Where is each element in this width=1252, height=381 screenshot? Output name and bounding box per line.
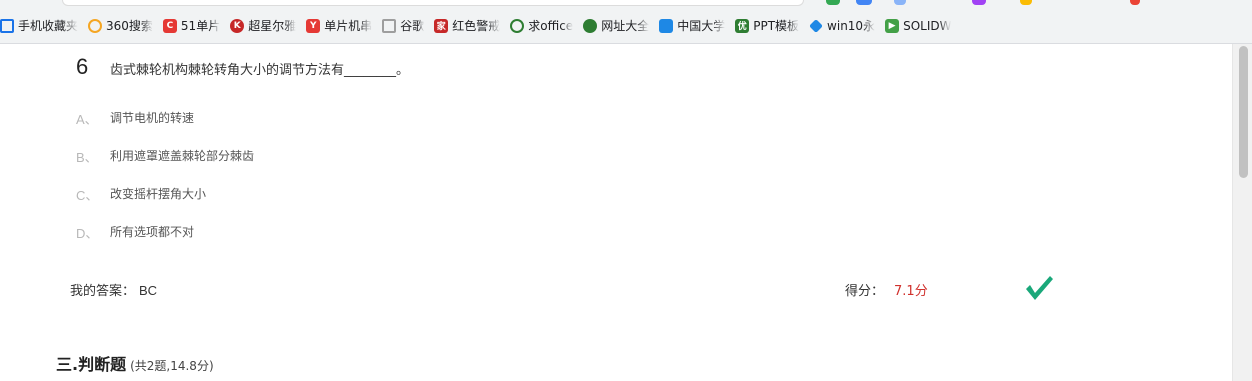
bookmark-label: 谷歌 [400, 19, 425, 33]
bookmark-item[interactable]: 网址大全 [583, 15, 649, 37]
bookmark-label: 红色警戒 [452, 19, 501, 33]
360-search-icon [88, 18, 103, 33]
bookmark-label: 51单片 [180, 19, 221, 33]
extension-icon[interactable] [1020, 0, 1032, 5]
bookmark-item[interactable]: 家红色警戒 [434, 15, 500, 37]
option-a: A、 调节电机的转速 [76, 109, 194, 128]
bookmark-label: SOLIDW [903, 18, 952, 33]
bookmark-label: 超星尔雅 [248, 19, 297, 33]
option-text: 改变摇杆摆角大小 [110, 187, 207, 201]
bookmark-label: 求office [528, 19, 574, 33]
section-title: 三.判断题 (共2题,14.8分) [56, 351, 214, 375]
bookmark-item[interactable]: win10永 [809, 15, 875, 37]
bookmark-item[interactable]: 360搜索 [88, 15, 153, 37]
bookmark-item[interactable]: 求office [510, 15, 573, 37]
bookmark-item[interactable]: 中国大学 [659, 15, 725, 37]
option-text: 所有选项都不对 [110, 225, 195, 239]
question-content: 6 齿式棘轮机构棘轮转角大小的调节方法有________。 A、 调节电机的转速… [0, 44, 1232, 381]
browser-top-strip [0, 0, 1252, 8]
score-value: 7.1分 [894, 284, 928, 299]
option-letter: B、 [76, 150, 98, 165]
home-logo-icon: 家 [434, 18, 449, 33]
score-label: 得分： [845, 284, 885, 299]
option-text: 调节电机的转速 [110, 111, 195, 125]
question-text: 齿式棘轮机构棘轮转角大小的调节方法有________。 [110, 63, 410, 78]
option-c: C、 改变摇杆摆角大小 [76, 185, 206, 204]
c-logo-icon: C [162, 18, 177, 33]
option-letter: C、 [76, 188, 99, 203]
bookmark-label: 中国大学 [677, 19, 726, 33]
bookmark-label: 手机收藏夹 [18, 19, 79, 33]
bookmark-item[interactable]: Y 单片机串 [306, 15, 372, 37]
play-icon: ▶ [885, 18, 900, 33]
bookmark-label: 360搜索 [106, 19, 153, 33]
my-answer-label: 我的答案： [70, 284, 136, 299]
question-number: 6 [76, 54, 89, 79]
extension-icon[interactable] [826, 0, 840, 5]
extension-icon[interactable] [1130, 0, 1140, 5]
scrollbar-thumb[interactable] [1239, 46, 1248, 178]
section-subtitle: (共2题,14.8分) [130, 359, 214, 373]
bookmark-item[interactable]: 谷歌 [382, 15, 424, 37]
extension-icon[interactable] [972, 0, 986, 5]
extension-icon[interactable] [856, 0, 872, 5]
book-icon [659, 18, 674, 33]
bookmark-item[interactable]: K 超星尔雅 [230, 15, 296, 37]
chaoxing-icon: K [230, 18, 245, 33]
bookmark-item[interactable]: ▶ SOLIDW [885, 15, 951, 37]
bookmark-label: 单片机串 [324, 19, 373, 33]
check-icon [1026, 276, 1053, 300]
section-heading: 三.判断题 [56, 355, 127, 374]
option-letter: A、 [76, 112, 98, 127]
page-scrollbar[interactable] [1232, 44, 1252, 381]
bookmark-label: win10永 [827, 19, 876, 33]
option-letter: D、 [76, 226, 99, 241]
you-logo-icon: 优 [735, 18, 750, 33]
page-icon [382, 18, 397, 33]
option-b: B、 利用遮罩遮盖棘轮部分棘齿 [76, 147, 254, 166]
bookmarks-bar: 手机收藏夹 360搜索 C 51单片 K 超星尔雅 Y 单片机串 谷歌家红色警戒 求office 网… [0, 8, 1252, 44]
extension-icon[interactable] [894, 0, 906, 5]
address-bar[interactable] [62, 0, 804, 6]
phone-bookmark-icon [0, 18, 14, 33]
diamond-icon [809, 18, 823, 33]
bookmark-item[interactable]: 手机收藏夹 [0, 15, 78, 37]
bookmark-label: PPT模板 [753, 19, 800, 33]
bookmark-item[interactable]: 优 PPT模板 [735, 15, 799, 37]
my-answer-value: BC [139, 283, 158, 298]
bookmark-label: 网址大全 [601, 19, 650, 33]
my-answer: 我的答案： BC [70, 280, 157, 299]
y-logo-icon: Y [306, 18, 321, 33]
globe-icon [583, 18, 598, 33]
score: 得分： 7.1分 [845, 280, 928, 299]
option-text: 利用遮罩遮盖棘轮部分棘齿 [110, 149, 255, 163]
360-search-icon [510, 18, 525, 33]
bookmark-item[interactable]: C 51单片 [162, 15, 221, 37]
option-d: D、 所有选项都不对 [76, 223, 194, 242]
